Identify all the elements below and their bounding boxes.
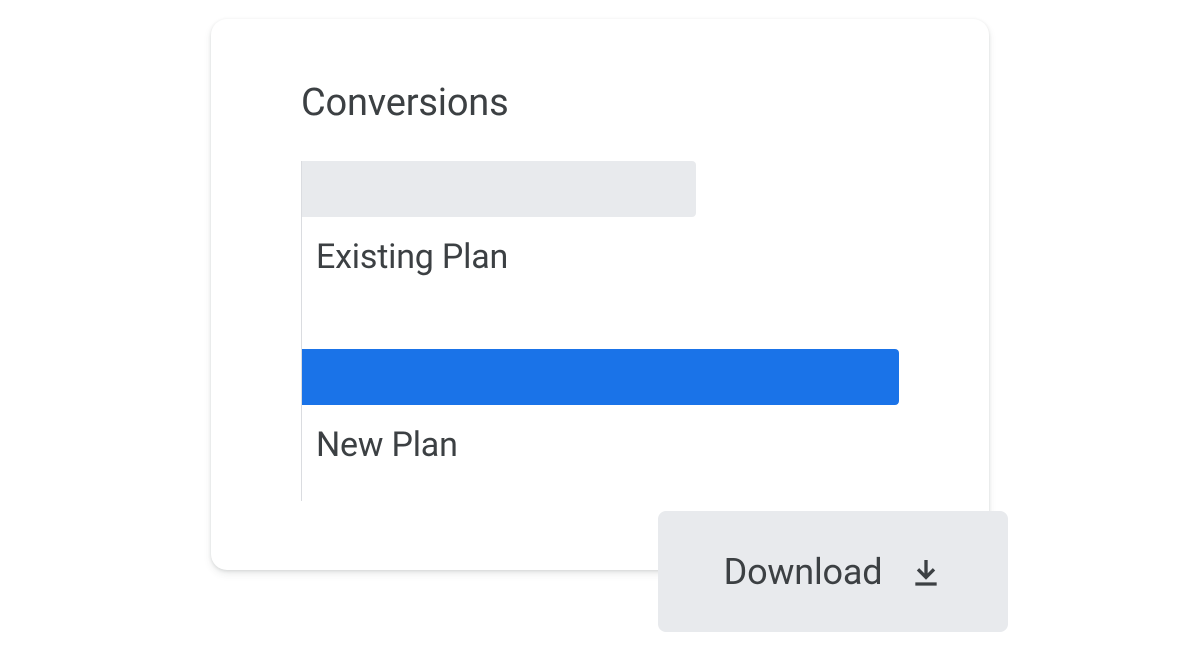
bar-new-plan xyxy=(302,349,899,405)
bar-group-existing: Existing Plan xyxy=(302,161,899,277)
card-title: Conversions xyxy=(301,81,899,125)
bar-group-new: New Plan xyxy=(302,349,899,465)
bar-label-existing: Existing Plan xyxy=(316,237,899,277)
bar-chart: Existing Plan New Plan xyxy=(301,161,899,501)
bar-existing-plan xyxy=(302,161,696,217)
bar-label-new: New Plan xyxy=(316,425,899,465)
conversions-card: Conversions Existing Plan New Plan xyxy=(211,19,989,570)
chart-gap xyxy=(302,299,899,349)
download-label: Download xyxy=(724,551,883,593)
download-button[interactable]: Download xyxy=(658,511,1008,632)
download-icon xyxy=(910,556,942,588)
